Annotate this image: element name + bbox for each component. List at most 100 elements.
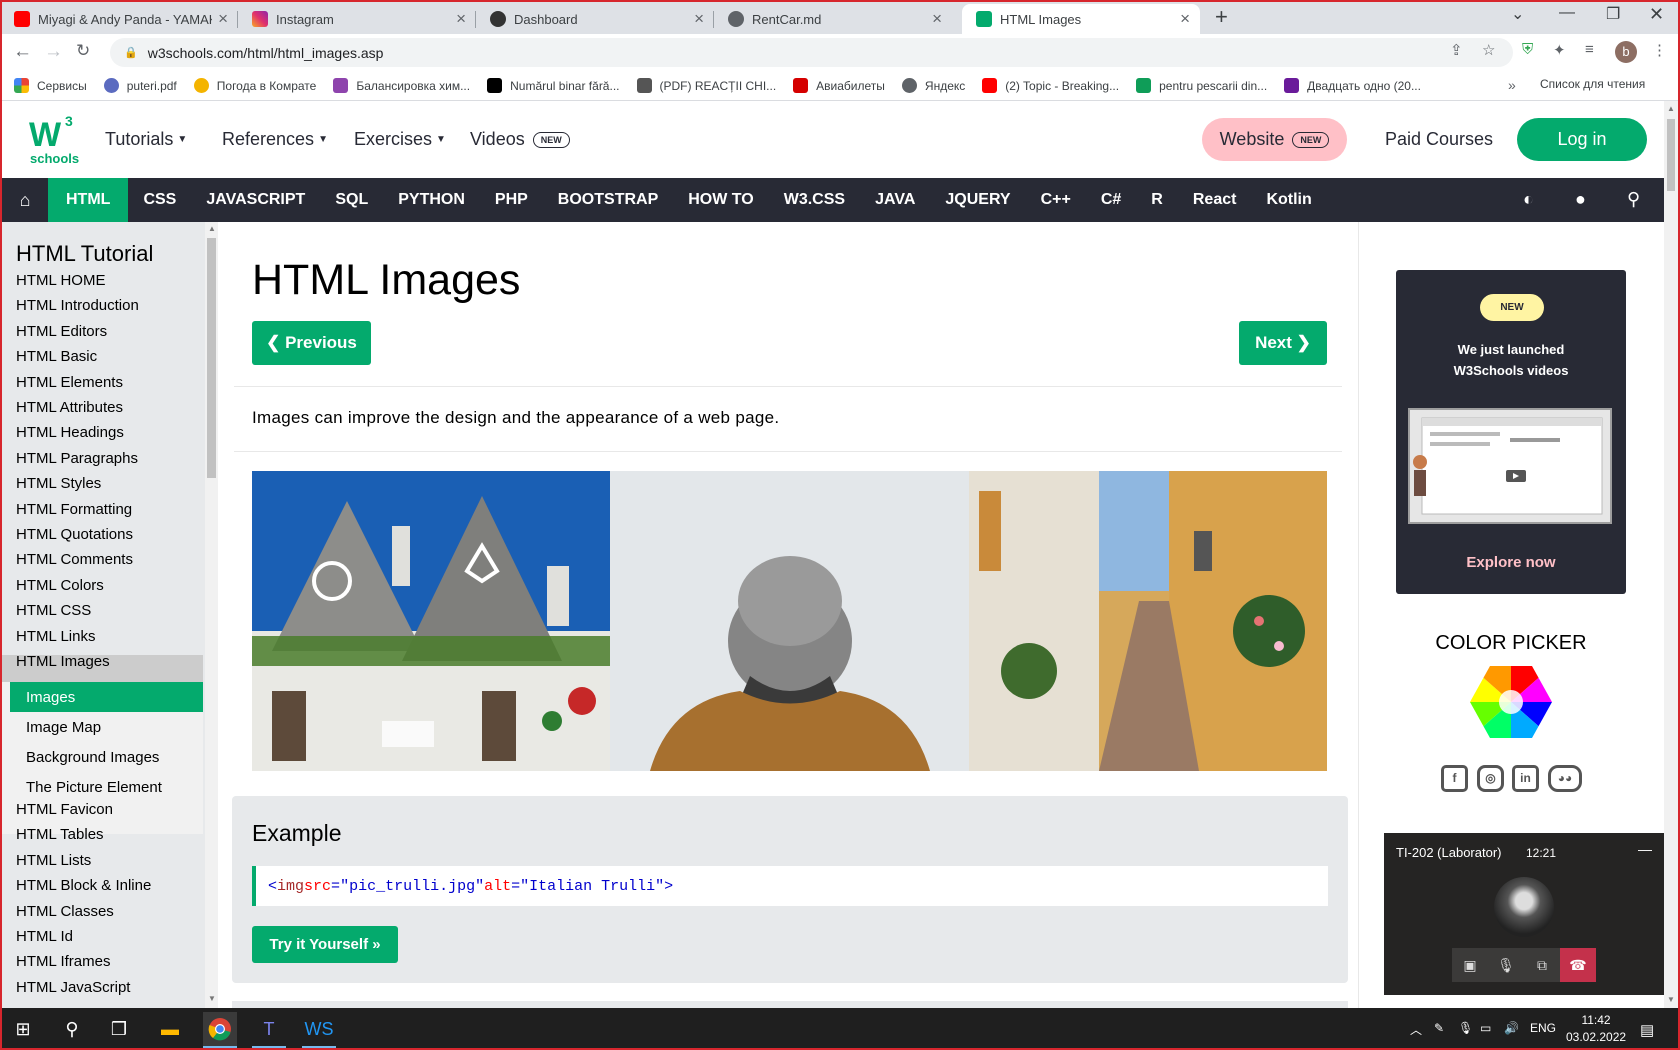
nav-tutorials[interactable]: Tutorials ▼ (105, 129, 187, 150)
share-icon[interactable]: ⇪ (1450, 41, 1463, 59)
scroll-up-icon[interactable]: ▲ (208, 224, 216, 233)
notifications-icon[interactable]: ▤ (1640, 1021, 1654, 1039)
reading-list[interactable]: Список для чтения (1540, 77, 1645, 91)
subject-css[interactable]: CSS (128, 178, 191, 222)
browser-tab[interactable]: Dashboard × (476, 4, 714, 34)
sidebar-subitem[interactable]: The Picture Element (10, 772, 203, 802)
sidebar-item[interactable]: HTML Tables (16, 826, 104, 843)
close-icon[interactable]: × (218, 9, 228, 29)
system-clock[interactable]: 11:42 03.02.2022 (1566, 1012, 1626, 1046)
nav-references[interactable]: References ▼ (222, 129, 328, 150)
browser-tab[interactable]: Instagram × (238, 4, 476, 34)
tray-overflow-icon[interactable]: ︿ (1410, 1021, 1422, 1038)
page-scrollbar[interactable]: ▲ ▼ (1664, 101, 1678, 1008)
subject-javascript[interactable]: JAVASCRIPT (191, 178, 320, 222)
subject-php[interactable]: PHP (480, 178, 543, 222)
sidebar-item[interactable]: HTML Favicon (16, 801, 113, 818)
sidebar-scrollbar[interactable]: ▲ ▼ (205, 222, 218, 1008)
explore-now-link[interactable]: Explore now (1396, 554, 1626, 571)
subject-kotlin[interactable]: Kotlin (1251, 178, 1326, 222)
profile-avatar[interactable]: b (1615, 41, 1637, 63)
sidebar-item[interactable]: HTML CSS (16, 602, 91, 619)
sidebar-item[interactable]: HTML Block & Inline (16, 877, 151, 894)
address-bar[interactable]: 🔒 w3schools.com/html/html_images.asp (110, 38, 1513, 67)
new-tab-icon[interactable]: + (1215, 4, 1228, 30)
browser-tab-active[interactable]: HTML Images × (962, 4, 1200, 34)
bookmark-item[interactable]: Сервисы (14, 78, 87, 93)
microphone-icon[interactable]: 🎙 (1488, 948, 1524, 982)
network-icon[interactable]: ▭ (1480, 1021, 1491, 1035)
share-screen-icon[interactable]: ⧉ (1524, 948, 1560, 982)
next-button[interactable]: Next ❯ (1239, 321, 1327, 365)
sidebar-item[interactable]: HTML Comments (16, 551, 133, 568)
sidebar-item[interactable]: HTML Basic (16, 348, 97, 365)
subject-react[interactable]: React (1178, 178, 1252, 222)
sidebar-item[interactable]: HTML Lists (16, 852, 91, 869)
pen-icon[interactable]: ✎ (1434, 1021, 1444, 1035)
sidebar-item[interactable]: HTML Quotations (16, 526, 133, 543)
menu-dots-icon[interactable]: ⋮ (1652, 41, 1667, 59)
more-bookmarks-icon[interactable]: » (1508, 77, 1516, 93)
volume-icon[interactable]: 🔊 (1504, 1021, 1519, 1035)
video-thumbnail[interactable] (1408, 408, 1612, 524)
facebook-icon[interactable]: f (1441, 765, 1468, 792)
w3schools-logo[interactable]: W 3 schools (29, 113, 79, 166)
subject-howto[interactable]: HOW TO (673, 178, 768, 222)
search-icon[interactable]: ⚲ (1627, 189, 1640, 210)
browser-tab[interactable]: RentCar.md × (714, 4, 952, 34)
browser-tab[interactable]: Miyagi & Andy Panda - YAMAKASI × (0, 4, 238, 34)
microphone-icon[interactable]: 🎙 (1458, 1021, 1473, 1035)
subject-java[interactable]: JAVA (860, 178, 930, 222)
paid-courses-link[interactable]: Paid Courses (1385, 129, 1493, 150)
scroll-up-icon[interactable]: ▲ (1667, 104, 1675, 113)
reload-icon[interactable]: ↻ (76, 41, 90, 61)
subject-bootstrap[interactable]: BOOTSTRAP (543, 178, 673, 222)
minimize-icon[interactable]: — (1638, 841, 1652, 857)
subject-w3css[interactable]: W3.CSS (769, 178, 860, 222)
instagram-icon[interactable]: ◎ (1477, 765, 1504, 792)
bookmark-item[interactable]: puteri.pdf (103, 78, 177, 93)
teams-call-window[interactable]: TI-202 (Laborator) 12:21 — ▣ 🎙 ⧉ ☎ (1384, 833, 1664, 995)
scroll-down-icon[interactable]: ▼ (208, 994, 216, 1003)
try-it-yourself-button[interactable]: Try it Yourself » (252, 926, 398, 963)
sidebar-item[interactable]: HTML Images (16, 653, 110, 670)
file-explorer-icon[interactable]: ▬ (153, 1012, 187, 1046)
discord-icon[interactable]: ◕◕ (1548, 765, 1582, 792)
bookmark-item[interactable]: Авиабилеты (793, 78, 885, 93)
subject-r[interactable]: R (1136, 178, 1178, 222)
close-icon[interactable]: × (694, 9, 704, 29)
nav-exercises[interactable]: Exercises ▼ (354, 129, 446, 150)
media-queue-icon[interactable]: ≡ (1585, 41, 1594, 58)
scrollbar-thumb[interactable] (207, 238, 216, 478)
task-view-icon[interactable]: ❒ (102, 1012, 136, 1046)
sidebar-item[interactable]: HTML JavaScript (16, 979, 130, 996)
close-window-icon[interactable]: ✕ (1649, 4, 1664, 25)
bookmark-item[interactable]: (PDF) REACȚII CHI... (636, 78, 776, 93)
forward-icon[interactable]: → (44, 41, 63, 63)
sidebar-item[interactable]: HTML Links (16, 628, 95, 645)
scroll-down-icon[interactable]: ▼ (1667, 995, 1675, 1004)
linkedin-icon[interactable]: in (1512, 765, 1539, 792)
sidebar-item[interactable]: HTML Editors (16, 323, 107, 340)
sidebar-item[interactable]: HTML Paragraphs (16, 450, 138, 467)
chrome-icon[interactable] (203, 1012, 237, 1046)
website-button[interactable]: Website NEW (1202, 118, 1347, 161)
previous-button[interactable]: ❮ Previous (252, 321, 371, 365)
close-icon[interactable]: × (1180, 9, 1190, 29)
search-icon[interactable]: ⚲ (55, 1012, 89, 1046)
extension-shield-icon[interactable]: ⛨ (1522, 41, 1533, 58)
bookmark-item[interactable]: Numărul binar fără... (487, 78, 620, 93)
bookmark-item[interactable]: pentru pescarii din... (1136, 78, 1267, 93)
subject-csharp[interactable]: C# (1086, 178, 1136, 222)
windows-start-icon[interactable]: ⊞ (6, 1012, 40, 1046)
extensions-puzzle-icon[interactable]: ✦ (1553, 41, 1566, 59)
maximize-icon[interactable]: ❐ (1606, 4, 1620, 24)
teams-icon[interactable]: T (252, 1012, 286, 1046)
sidebar-item[interactable]: HTML Introduction (16, 297, 139, 314)
subject-jquery[interactable]: JQUERY (930, 178, 1025, 222)
input-language[interactable]: ENG (1530, 1021, 1556, 1035)
sidebar-subitem[interactable]: Images (10, 682, 203, 712)
sidebar-item[interactable]: HTML Classes (16, 903, 114, 920)
tab-search-icon[interactable]: ⌄ (1511, 4, 1524, 24)
color-picker-wheel[interactable] (1470, 666, 1552, 738)
